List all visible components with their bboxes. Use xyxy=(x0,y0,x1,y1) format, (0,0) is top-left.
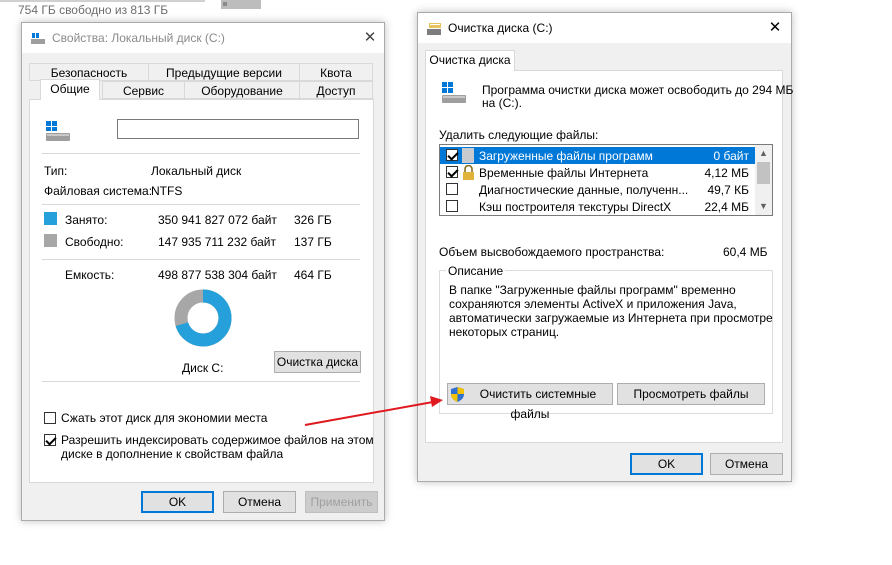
tab-general[interactable]: Общие xyxy=(40,79,100,100)
tab-disk-cleanup[interactable]: Очистка диска xyxy=(425,50,515,71)
red-arrow-annotation xyxy=(304,396,443,426)
